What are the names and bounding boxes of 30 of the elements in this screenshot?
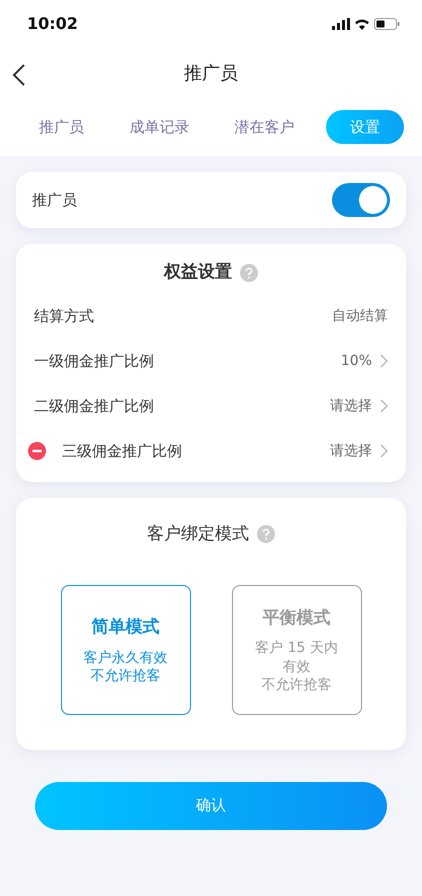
battery-icon: [374, 18, 400, 30]
toggle-label: 推广员: [32, 190, 77, 211]
section-title: 客户绑定模式: [147, 522, 249, 546]
mode-option[interactable]: 简单模式 客户永久有效 不允许抢客: [60, 585, 190, 715]
tab[interactable]: 潜在客户: [220, 110, 309, 144]
confirm-button[interactable]: 确认: [35, 782, 387, 830]
status-time: 10:02: [27, 13, 78, 35]
chevron-icon: [380, 444, 388, 458]
tab[interactable]: 设置: [326, 110, 404, 144]
remove-icon[interactable]: [28, 442, 46, 460]
tab[interactable]: 推广员: [25, 110, 98, 144]
row-label: 二级佣金推广比例: [34, 396, 154, 417]
page-title: 推广员: [184, 62, 238, 86]
row-label: 三级佣金推广比例: [62, 440, 182, 462]
row-value[interactable]: 请选择: [330, 396, 372, 416]
chevron-icon: [380, 399, 388, 413]
row-label: 一级佣金推广比例: [34, 350, 154, 372]
toggle-switch[interactable]: [332, 183, 390, 217]
wifi-icon: [354, 18, 370, 30]
help-icon: [240, 264, 258, 282]
tab[interactable]: 成单记录: [115, 110, 204, 144]
section-title: 权益设置: [164, 261, 232, 284]
row-value: 自动结算: [332, 306, 388, 326]
help-icon: [257, 525, 275, 544]
row-value[interactable]: 10%: [340, 350, 372, 372]
mode-option[interactable]: 平衡模式 客户 15 天内 有效 不允许抢客: [232, 585, 362, 715]
row-label: 结算方式: [34, 306, 94, 327]
signal-icon: [332, 18, 350, 30]
chevron-icon: [380, 354, 388, 368]
row-value[interactable]: 请选择: [330, 440, 372, 462]
